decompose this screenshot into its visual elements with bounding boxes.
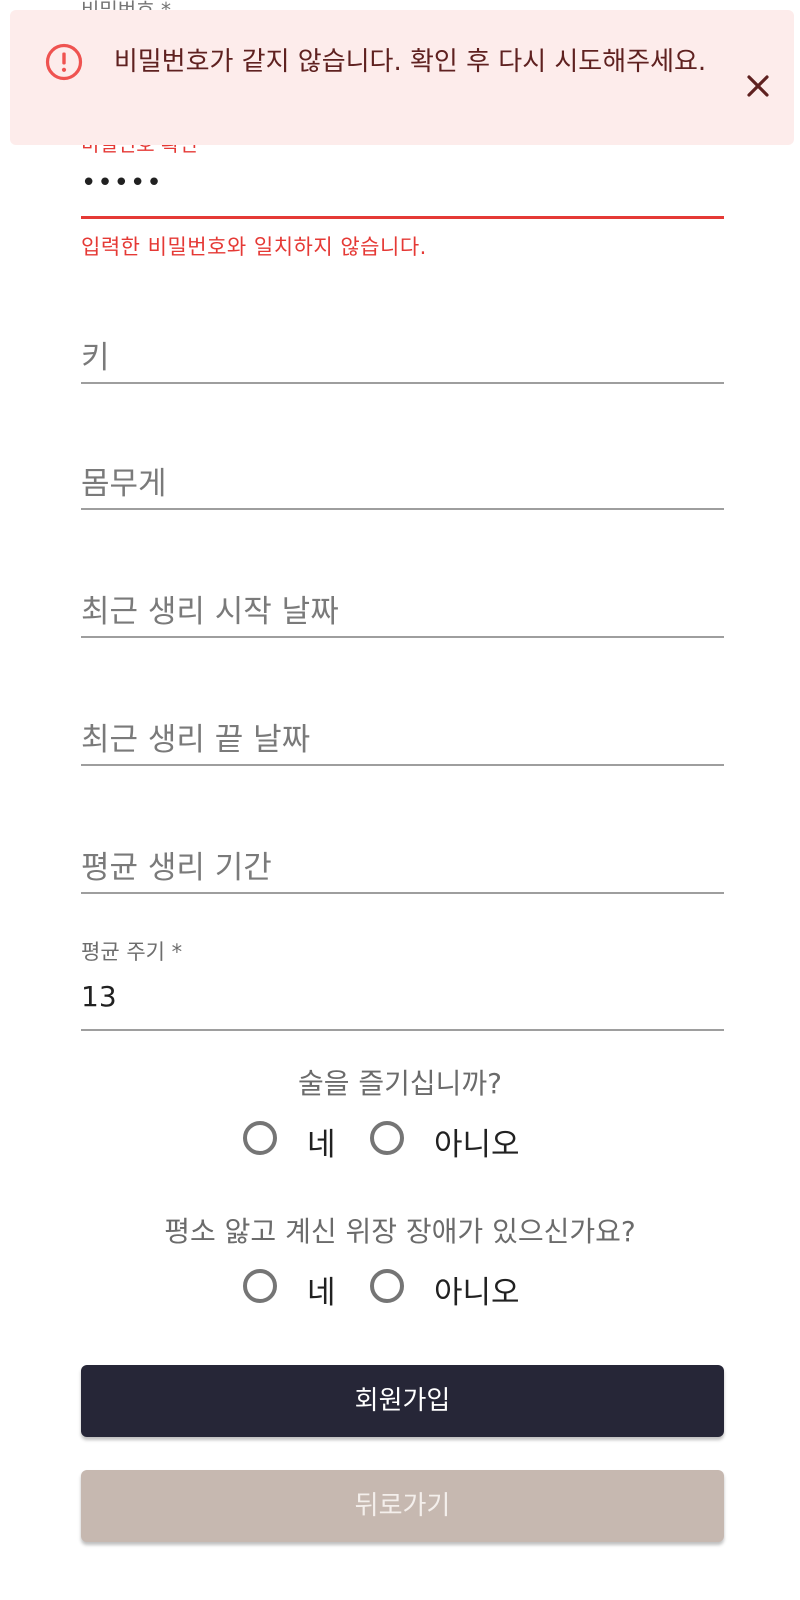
signup-page: 비밀번호 * 비밀번호 확인 * ••••• 입력한 비밀번호와 일치하지 않습…	[0, 0, 800, 1600]
radio-label: 네	[307, 1275, 336, 1311]
back-button[interactable]: 뒤로가기	[81, 1470, 724, 1542]
radio-label: 네	[307, 1127, 336, 1163]
period-start-input[interactable]: 최근 생리 시작 날짜	[81, 586, 339, 631]
avg-cycle-input[interactable]: 13	[81, 980, 117, 1013]
radio-circle-icon[interactable]	[370, 1269, 404, 1303]
radio-label: 아니오	[434, 1275, 520, 1311]
weight-input[interactable]: 몸무게	[81, 458, 167, 503]
radio-gastro-yes[interactable]: 네	[243, 1265, 343, 1313]
weight-field[interactable]: 몸무게	[81, 456, 724, 516]
avg-period-length-underline	[81, 892, 724, 894]
alert-message: 비밀번호가 같지 않습니다. 확인 후 다시 시도해주세요.	[113, 47, 707, 77]
height-field[interactable]: 키	[81, 328, 724, 388]
signup-button[interactable]: 회원가입	[81, 1365, 724, 1437]
avg-cycle-field[interactable]: 평균 주기 * 13	[81, 936, 724, 1032]
period-start-field[interactable]: 최근 생리 시작 날짜	[81, 584, 724, 644]
radio-circle-icon[interactable]	[243, 1269, 277, 1303]
period-end-field[interactable]: 최근 생리 끝 날짜	[81, 712, 724, 772]
radio-label: 아니오	[434, 1127, 520, 1163]
radio-group-alcohol: 네 아니오	[0, 1117, 800, 1165]
weight-underline	[81, 508, 724, 510]
radio-alcohol-no[interactable]: 아니오	[370, 1117, 540, 1165]
password-mismatch-alert: 비밀번호가 같지 않습니다. 확인 후 다시 시도해주세요.	[10, 10, 794, 145]
period-end-underline	[81, 764, 724, 766]
error-outline-icon	[45, 43, 83, 81]
period-start-underline	[81, 636, 724, 638]
close-icon[interactable]	[736, 64, 780, 108]
period-end-input[interactable]: 최근 생리 끝 날짜	[81, 714, 310, 759]
radio-group-gastro: 네 아니오	[0, 1265, 800, 1313]
radio-gastro-no[interactable]: 아니오	[370, 1265, 540, 1313]
height-input[interactable]: 키	[81, 332, 110, 377]
password-confirm-error: 입력한 비밀번호와 일치하지 않습니다.	[81, 235, 427, 259]
avg-period-length-input[interactable]: 평균 생리 기간	[81, 842, 272, 887]
avg-cycle-label: 평균 주기 *	[81, 940, 183, 964]
avg-cycle-underline	[81, 1029, 724, 1031]
radio-circle-icon[interactable]	[243, 1121, 277, 1155]
password-confirm-input[interactable]: •••••	[81, 168, 163, 198]
question-alcohol: 술을 즐기십니까?	[297, 1067, 503, 1100]
avg-period-length-field[interactable]: 평균 생리 기간	[81, 840, 724, 900]
radio-circle-icon[interactable]	[370, 1121, 404, 1155]
password-confirm-underline	[81, 216, 724, 219]
radio-alcohol-yes[interactable]: 네	[243, 1117, 343, 1165]
height-underline	[81, 382, 724, 384]
question-gastro: 평소 앓고 계신 위장 장애가 있으신가요?	[164, 1215, 636, 1248]
